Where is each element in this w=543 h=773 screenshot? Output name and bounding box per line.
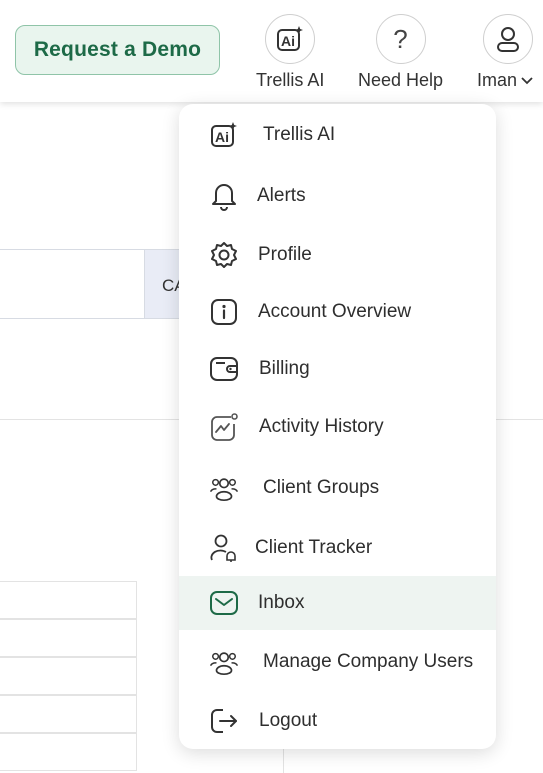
group-icon	[209, 473, 239, 503]
trellis-ai-circle[interactable]: Ai	[265, 14, 316, 64]
user-tracker-icon	[209, 533, 239, 563]
menu-item-logout[interactable]: Logout	[179, 694, 496, 748]
menu-item-label: Profile	[258, 244, 312, 265]
chevron-down-icon	[521, 76, 533, 84]
logout-icon	[209, 706, 239, 736]
menu-item-client-tracker[interactable]: Client Tracker	[179, 521, 496, 575]
menu-item-label: Client Tracker	[255, 537, 373, 558]
info-icon	[209, 297, 239, 327]
svg-text:Ai: Ai	[215, 129, 229, 145]
request-demo-button[interactable]: Request a Demo	[15, 25, 220, 75]
menu-item-label: Activity History	[259, 416, 384, 437]
menu-item-billing[interactable]: Billing	[179, 342, 496, 396]
ai-sparkle-icon: Ai	[277, 26, 304, 51]
table-row	[0, 581, 137, 619]
menu-item-inbox[interactable]: Inbox	[179, 576, 496, 630]
user-name: Iman	[477, 70, 518, 90]
menu-item-label: Client Groups	[263, 477, 380, 498]
menu-item-profile[interactable]: Profile	[179, 228, 496, 282]
menu-item-trellis-ai[interactable]: Ai Trellis AI	[179, 108, 496, 162]
table-row	[0, 657, 137, 695]
menu-item-client-groups[interactable]: Client Groups	[179, 461, 496, 515]
background-input[interactable]	[0, 249, 145, 319]
menu-item-alerts[interactable]: Alerts	[179, 169, 496, 223]
menu-item-account-overview[interactable]: Account Overview	[179, 285, 496, 339]
user-dropdown-menu: Ai Trellis AI Alerts Profile Account Ove…	[179, 104, 496, 749]
need-help-circle[interactable]: ?	[375, 14, 426, 64]
user-avatar[interactable]	[483, 14, 534, 64]
question-mark-icon: ?	[393, 23, 408, 54]
wallet-icon	[209, 354, 239, 384]
menu-item-activity-history[interactable]: Activity History	[179, 400, 496, 454]
mail-icon	[209, 588, 239, 618]
menu-item-label: Billing	[259, 358, 310, 379]
menu-item-label: Logout	[259, 710, 318, 731]
menu-item-label: Account Overview	[258, 301, 412, 322]
menu-item-label: Manage Company Users	[263, 651, 474, 672]
activity-chart-icon	[209, 412, 239, 442]
users-icon	[209, 647, 239, 677]
menu-item-label: Inbox	[258, 592, 305, 613]
user-menu-label-wrap: Iman	[477, 70, 533, 91]
user-icon	[497, 27, 520, 52]
table-row	[0, 619, 137, 657]
menu-item-label: Trellis AI	[263, 124, 336, 145]
bell-icon	[209, 181, 239, 211]
svg-text:Ai: Ai	[281, 33, 295, 49]
user-menu-button[interactable]: Iman	[477, 14, 534, 91]
top-header: Request a Demo Ai Trellis AI ? Need Help…	[0, 0, 543, 102]
trellis-ai-header-label: Trellis AI	[256, 70, 325, 90]
need-help-header-label: Need Help	[358, 70, 444, 90]
menu-item-manage-company-users[interactable]: Manage Company Users	[179, 635, 496, 689]
table-row	[0, 733, 137, 771]
ai-sparkle-icon: Ai	[209, 120, 239, 150]
menu-item-label: Alerts	[257, 185, 306, 206]
gear-icon	[209, 240, 239, 270]
table-row	[0, 695, 137, 733]
need-help-header-button[interactable]: ? Need Help	[358, 14, 443, 91]
trellis-ai-header-button[interactable]: Ai Trellis AI	[256, 14, 324, 91]
